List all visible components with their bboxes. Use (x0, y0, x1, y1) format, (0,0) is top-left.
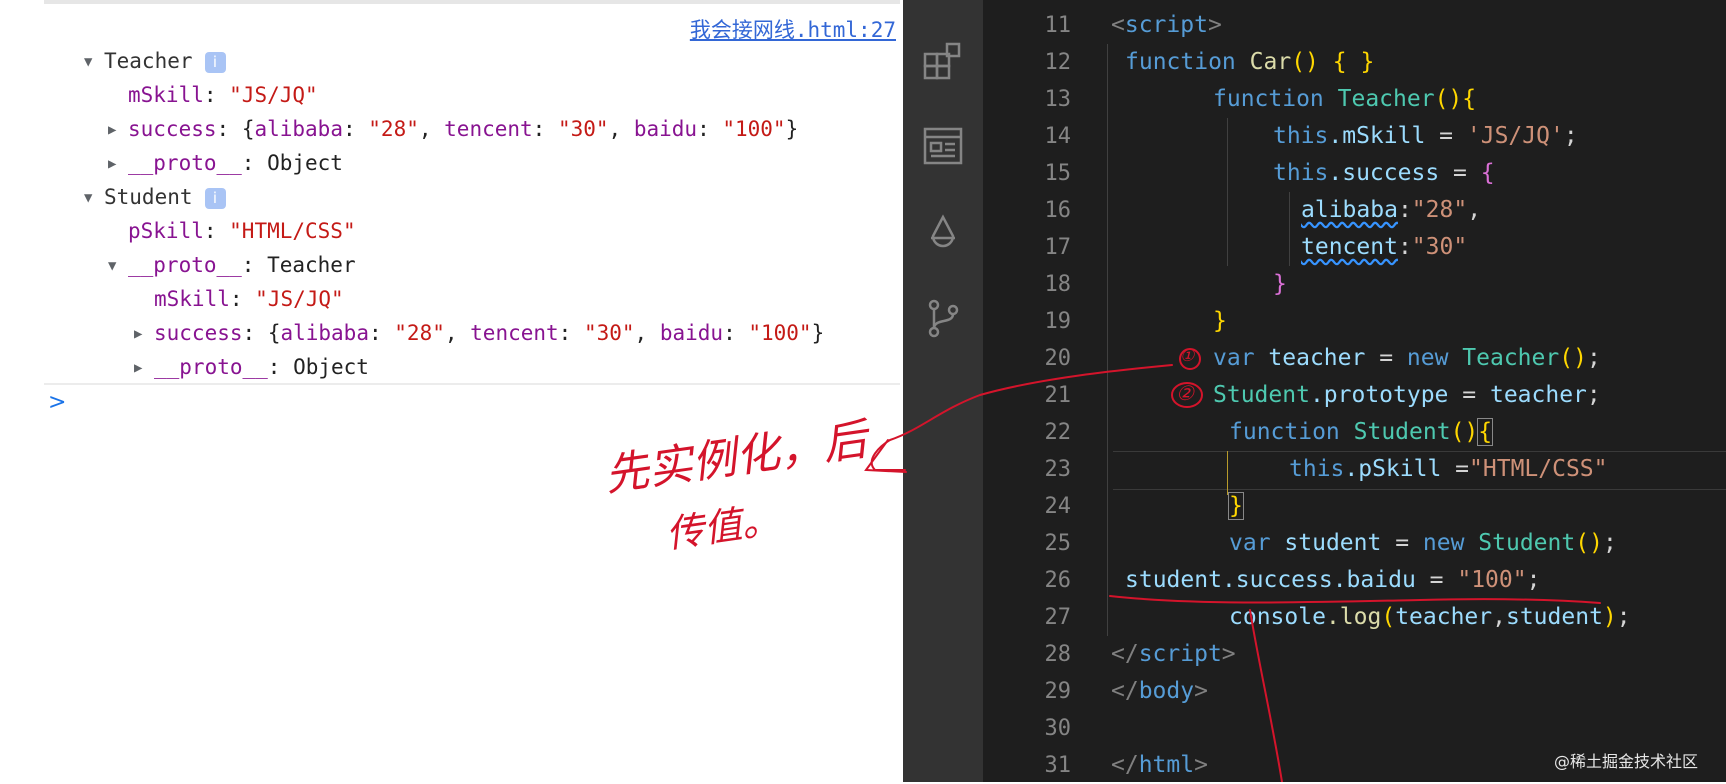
student-proto-row[interactable]: ▼ __proto__: Teacher (108, 248, 356, 282)
teacher-object-row[interactable]: ▼ Teacher i (84, 44, 226, 78)
success-preview: {alibaba: "28", tencent: "30", baidu: "1… (241, 117, 799, 141)
watermark: @稀土掘金技术社区 (1553, 752, 1698, 771)
teacher-proto-row[interactable]: ▶ __proto__: Object (108, 146, 343, 180)
source-control-icon[interactable] (921, 296, 965, 340)
line-number: 24 (1044, 494, 1072, 519)
code-line-17[interactable]: tencent:"30" (1301, 229, 1467, 266)
console-top-border (44, 0, 900, 4)
line-number: 21 (1044, 383, 1072, 408)
collapsed-triangle-icon[interactable]: ▶ (134, 317, 148, 351)
line-number: 28 (1044, 642, 1072, 667)
code-line-21[interactable]: Student.prototype = teacher; (1213, 377, 1601, 414)
line-number: 15 (1044, 161, 1072, 186)
line-number: 13 (1044, 87, 1072, 112)
marker-1: ① (1180, 346, 1195, 365)
code-line-15[interactable]: this.success = { (1273, 155, 1495, 192)
code-line-27[interactable]: console.log(teacher,student); (1229, 599, 1631, 636)
line-number: 20 (1044, 346, 1072, 371)
line-number: 11 (1044, 13, 1072, 38)
activity-bar (903, 0, 983, 782)
preview-icon[interactable] (921, 124, 965, 168)
nested-mskill-row: mSkill: "JS/JQ" (154, 287, 344, 311)
indent-guide (1107, 44, 1108, 636)
code-line-14[interactable]: this.mSkill = 'JS/JQ'; (1273, 118, 1578, 155)
line-number: 31 (1044, 753, 1072, 778)
code-line-29[interactable]: </body> (1111, 673, 1208, 710)
indent-guide (1227, 118, 1228, 266)
code-line-11[interactable]: <script> (1111, 7, 1222, 44)
devtools-console: 我会接网线.html:27 ▼ Teacher i mSkill: "JS/JQ" … (0, 0, 900, 782)
console-divider (44, 383, 900, 385)
line-number: 16 (1044, 198, 1072, 223)
marker-2: ② (1176, 381, 1194, 405)
code-line-20[interactable]: var teacher = new Teacher(); (1213, 340, 1601, 377)
success-preview: {alibaba: "28", tencent: "30", baidu: "1… (267, 321, 825, 345)
code-line-24[interactable]: } (1228, 488, 1244, 525)
code-line-16[interactable]: alibaba:"28", (1301, 192, 1481, 229)
code-line-28[interactable]: </script> (1111, 636, 1236, 673)
student-pskill-row: pSkill: "HTML/CSS" (128, 219, 356, 243)
line-number: 25 (1044, 531, 1072, 556)
nested-proto-row[interactable]: ▶ __proto__: Object (134, 350, 369, 384)
nested-success-row[interactable]: ▶ success: {alibaba: "28", tencent: "30",… (134, 316, 824, 350)
code-line-18[interactable]: } (1273, 266, 1287, 303)
code-line-22[interactable]: function Student(){ (1229, 414, 1494, 451)
student-object-row[interactable]: ▼ Student i (84, 180, 226, 214)
code-line-19[interactable]: } (1213, 303, 1227, 340)
line-number: 14 (1044, 124, 1072, 149)
console-prompt[interactable]: > (48, 390, 66, 415)
collapsed-triangle-icon[interactable]: ▶ (108, 113, 122, 147)
line-number: 22 (1044, 420, 1072, 445)
line-number: 17 (1044, 235, 1072, 260)
bracket-guide (1227, 451, 1228, 495)
extensions-icon[interactable] (921, 40, 965, 84)
info-icon[interactable]: i (204, 51, 226, 73)
line-number: 27 (1044, 605, 1072, 630)
expanded-triangle-icon[interactable]: ▼ (84, 181, 98, 215)
collapsed-triangle-icon[interactable]: ▶ (108, 147, 122, 181)
line-number: 26 (1044, 568, 1072, 593)
code-line-25[interactable]: var student = new Student(); (1229, 525, 1617, 562)
info-icon[interactable]: i (204, 187, 226, 209)
code-line-13[interactable]: function Teacher(){ (1213, 81, 1476, 118)
line-number: 30 (1044, 716, 1072, 741)
debug-icon[interactable] (921, 212, 965, 256)
expanded-triangle-icon[interactable]: ▼ (84, 45, 98, 79)
code-line-26[interactable]: student.success.baidu = "100"; (1125, 562, 1540, 599)
line-number: 12 (1044, 50, 1072, 75)
expanded-triangle-icon[interactable]: ▼ (108, 249, 122, 283)
teacher-mskill-row: mSkill: "JS/JQ" (128, 83, 318, 107)
line-number: 19 (1044, 309, 1072, 334)
collapsed-triangle-icon[interactable]: ▶ (134, 351, 148, 385)
line-number: 23 (1044, 457, 1072, 482)
code-editor[interactable]: 11 12 13 14 15 16 17 18 19 20 21 22 23 2… (983, 0, 1726, 782)
line-number: 29 (1044, 679, 1072, 704)
teacher-success-row[interactable]: ▶ success: {alibaba: "28", tencent: "30",… (108, 112, 798, 146)
indent-guide (1289, 192, 1290, 266)
line-number: 18 (1044, 272, 1072, 297)
code-line-12[interactable]: function Car() { } (1125, 44, 1374, 81)
code-line-31[interactable]: </html> (1111, 747, 1208, 784)
code-line-23[interactable]: this.pSkill ="HTML/CSS" (1289, 451, 1608, 488)
source-link[interactable]: 我会接网线.html:27 (690, 14, 896, 44)
